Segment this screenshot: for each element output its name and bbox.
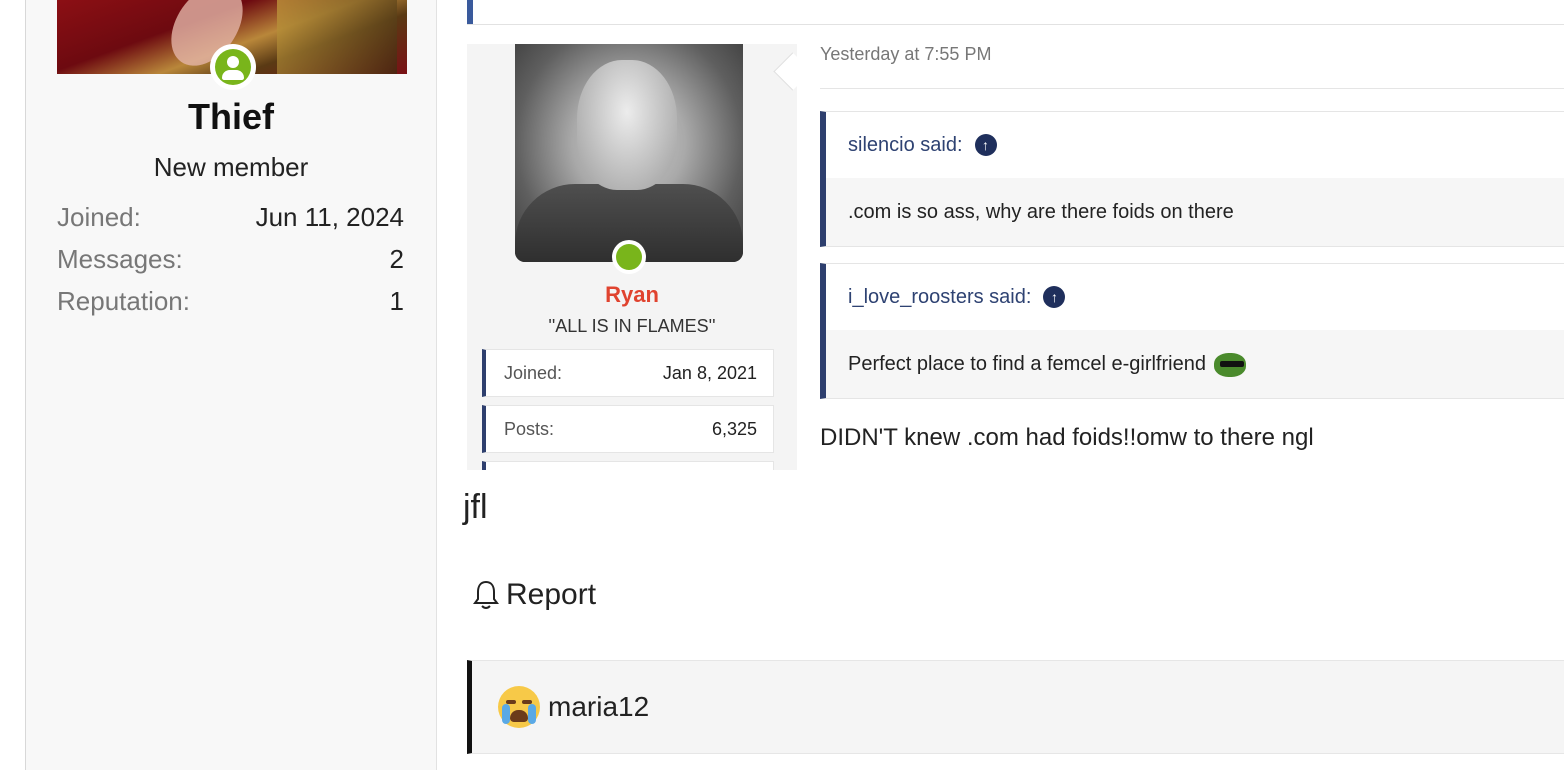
stat-value: 2 (389, 244, 404, 274)
stat-value: 6,325 (711, 418, 757, 439)
quote-author[interactable]: silencio said: (848, 134, 963, 157)
stat-label: Messages: (57, 244, 183, 274)
stat-label: Joined: (57, 202, 141, 232)
thief-stat-joined: Joined: Jun 11, 2024 (57, 202, 404, 233)
crying-face-emoji-icon (498, 686, 540, 728)
author-stat-joined: Joined: Jan 8, 2021 (482, 349, 774, 397)
pepe-sunglasses-emoji-icon (1212, 349, 1248, 379)
previous-quote-edge (467, 0, 473, 24)
quote-block: silencio said: ↑ .com is so ass, why are… (820, 111, 1564, 247)
thief-stat-messages: Messages: 2 (57, 244, 404, 275)
quote-author[interactable]: i_love_roosters said: (848, 286, 1031, 309)
post-author-title: ''ALL IS IN FLAMES'' (548, 316, 716, 336)
author-stat-more (482, 461, 774, 470)
online-status-icon (210, 44, 256, 90)
quote-block: i_love_roosters said: ↑ Perfect place to… (820, 263, 1564, 399)
stat-value: Jun 11, 2024 (255, 202, 404, 232)
stat-label: Posts: (504, 418, 555, 439)
post-author-panel: Ryan ''ALL IS IN FLAMES'' Joined: Jan 8,… (467, 44, 797, 470)
thief-username[interactable]: Thief (26, 96, 436, 138)
stat-value: Jan 8, 2021 (662, 362, 757, 383)
stat-value: 1 (389, 286, 404, 316)
quoted-post: Ryan ''ALL IS IN FLAMES'' Joined: Jan 8,… (467, 44, 1564, 470)
post-content: Yesterday at 7:55 PM silencio said: ↑ .c… (820, 44, 1564, 470)
quote-text: Perfect place to find a femcel e-girlfri… (848, 352, 1206, 375)
ryan-avatar[interactable] (515, 44, 743, 262)
reactions-bar[interactable]: maria12 (467, 660, 1564, 754)
report-button[interactable]: Report (472, 578, 596, 612)
post-timestamp[interactable]: Yesterday at 7:55 PM (820, 44, 991, 65)
thief-stat-reputation: Reputation: 1 (57, 286, 404, 317)
quote-header[interactable]: i_love_roosters said: ↑ (826, 264, 1564, 330)
bell-icon (473, 580, 499, 609)
online-status-icon (612, 240, 646, 274)
post-author-name[interactable]: Ryan (467, 282, 797, 308)
divider (467, 24, 1564, 25)
jump-to-quote-icon[interactable]: ↑ (974, 134, 997, 156)
stat-label: Joined: (504, 362, 563, 383)
stat-label: Reputation: (57, 286, 190, 316)
reply-message: jfl (463, 488, 488, 526)
quote-text: .com is so ass, why are there foids on t… (826, 178, 1564, 246)
divider (820, 88, 1564, 89)
quote-body: Perfect place to find a femcel e-girlfri… (826, 330, 1564, 398)
post-message: DIDN'T knew .com had foids!!omw to there… (820, 424, 1314, 451)
author-stat-posts: Posts: 6,325 (482, 405, 774, 453)
report-label: Report (506, 578, 597, 611)
thief-user-title: New member (153, 152, 309, 182)
jump-to-quote-icon[interactable]: ↑ (1043, 286, 1066, 308)
quote-header[interactable]: silencio said: ↑ (826, 112, 1564, 178)
reaction-user[interactable]: maria12 (548, 691, 649, 723)
